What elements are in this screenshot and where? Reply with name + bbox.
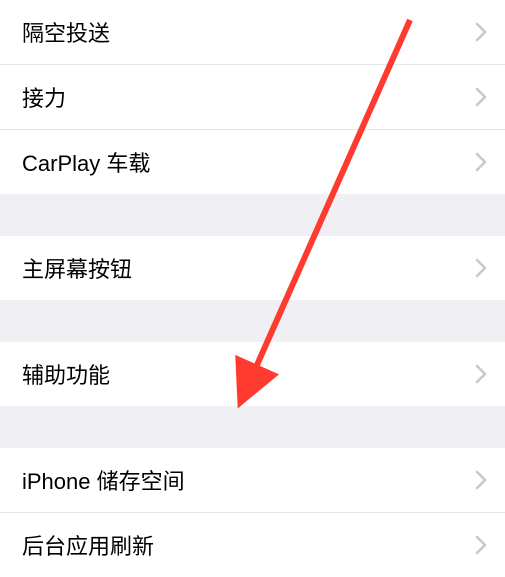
row-handoff[interactable]: 接力 [0, 65, 505, 130]
row-airdrop[interactable]: 隔空投送 [0, 0, 505, 65]
row-home-button[interactable]: 主屏幕按钮 [0, 236, 505, 300]
row-label: CarPlay 车载 [22, 146, 475, 178]
group-gap [0, 194, 505, 236]
row-label: iPhone 储存空间 [22, 464, 475, 496]
row-label: 辅助功能 [22, 358, 475, 390]
chevron-right-icon [475, 152, 487, 172]
row-carplay[interactable]: CarPlay 车载 [0, 130, 505, 194]
row-label: 后台应用刷新 [22, 529, 475, 561]
group-gap [0, 300, 505, 342]
settings-group-2: 辅助功能 [0, 342, 505, 406]
settings-group-1: 主屏幕按钮 [0, 236, 505, 300]
settings-group-3: iPhone 储存空间 后台应用刷新 [0, 448, 505, 577]
group-gap [0, 406, 505, 448]
chevron-right-icon [475, 22, 487, 42]
row-iphone-storage[interactable]: iPhone 储存空间 [0, 448, 505, 513]
chevron-right-icon [475, 470, 487, 490]
row-label: 接力 [22, 81, 475, 113]
row-label: 主屏幕按钮 [22, 252, 475, 284]
row-background-refresh[interactable]: 后台应用刷新 [0, 513, 505, 577]
chevron-right-icon [475, 258, 487, 278]
settings-group-0: 隔空投送 接力 CarPlay 车载 [0, 0, 505, 194]
row-accessibility[interactable]: 辅助功能 [0, 342, 505, 406]
chevron-right-icon [475, 535, 487, 555]
row-label: 隔空投送 [22, 16, 475, 48]
chevron-right-icon [475, 87, 487, 107]
chevron-right-icon [475, 364, 487, 384]
